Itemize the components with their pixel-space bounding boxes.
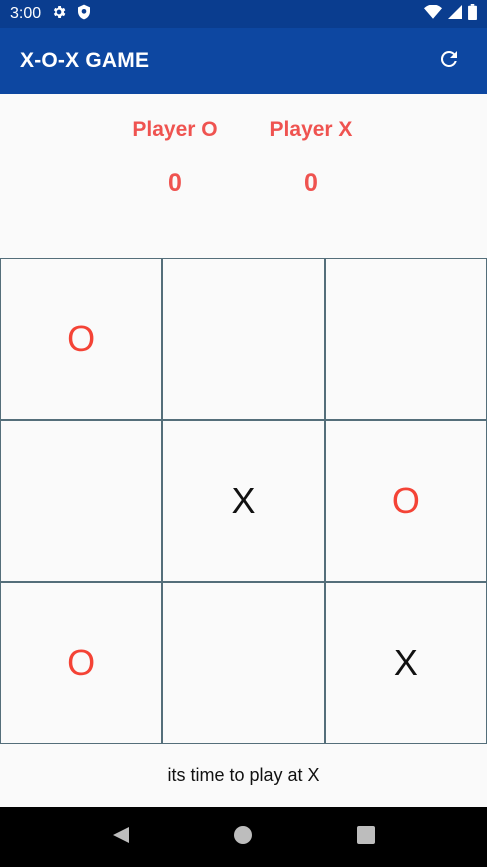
board-cell-2[interactable] (162, 258, 325, 420)
status-bar: 3:00 (0, 0, 487, 28)
app-title: X-O-X GAME (20, 49, 150, 72)
board-cell-9[interactable]: X (324, 582, 487, 744)
recents-icon (356, 825, 375, 849)
player-x-score-panel: Player X 0 (251, 118, 371, 198)
refresh-button[interactable] (431, 43, 467, 79)
gear-icon (51, 4, 67, 25)
home-button[interactable] (223, 817, 263, 857)
status-time: 3:00 (10, 5, 42, 22)
player-x-label: Player X (269, 118, 353, 141)
turn-message: its time to play at X (0, 744, 487, 807)
navigation-bar (0, 807, 487, 867)
wifi-icon (424, 4, 442, 24)
battery-icon (468, 3, 477, 25)
board-cell-5[interactable]: X (162, 420, 325, 582)
board-cell-7[interactable]: O (0, 582, 163, 744)
player-o-score-panel: Player O 0 (115, 118, 235, 198)
back-icon (111, 825, 131, 850)
board-cell-8[interactable] (162, 582, 325, 744)
app-bar: X-O-X GAME (0, 28, 487, 94)
recents-button[interactable] (346, 817, 386, 857)
game-board: O X O O X (0, 258, 487, 744)
player-o-label: Player O (132, 118, 218, 141)
scoreboard: Player O 0 Player X 0 (0, 94, 487, 258)
home-icon (233, 825, 253, 850)
board-cell-4[interactable] (0, 420, 163, 582)
status-right (424, 3, 477, 25)
board-cell-1[interactable]: O (0, 258, 163, 420)
player-x-score: 0 (304, 169, 318, 197)
signal-icon (448, 4, 462, 24)
shield-icon (77, 4, 91, 25)
board-cell-3[interactable] (324, 258, 487, 420)
board-cell-6[interactable]: O (324, 420, 487, 582)
refresh-icon (437, 47, 461, 76)
back-button[interactable] (101, 817, 141, 857)
status-left: 3:00 (10, 4, 91, 25)
player-o-score: 0 (168, 169, 182, 197)
